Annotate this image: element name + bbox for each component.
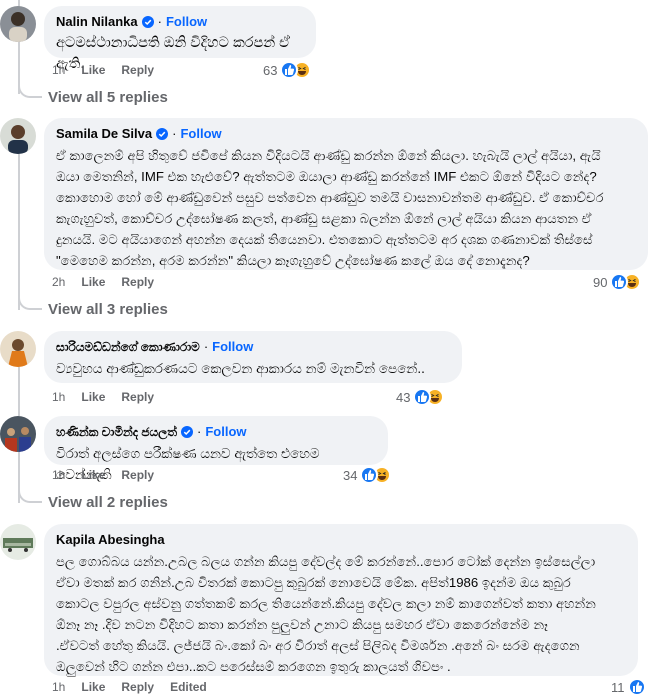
view-replies-link[interactable]: View all 5 replies <box>48 88 168 108</box>
author-name[interactable]: Kapila Abesingha <box>56 532 165 548</box>
reply-button[interactable]: Reply <box>121 468 154 482</box>
like-reaction-icon <box>627 678 646 696</box>
reply-button[interactable]: Reply <box>121 680 154 694</box>
text-line: කැගැහුවත්, කොච්චර උද්ඝෝෂණ කලත්, ආණ්ඩු සළ… <box>56 211 592 226</box>
verified-badge-icon <box>141 16 154 28</box>
comment-bubble: Samila De Silva · Follow ඒ කාලෙනම් අපි හ… <box>44 118 648 270</box>
author-name[interactable]: හණින්ක චාමින්ද ජයලත් <box>56 424 177 440</box>
follow-button[interactable]: Follow <box>180 126 221 142</box>
avatar[interactable] <box>0 416 36 452</box>
text-line: .ඒවටත් හේතු කියයි. ලජ්ජයි බං.කෝ බං අර වි… <box>56 638 580 653</box>
timestamp[interactable]: 2h <box>52 275 65 289</box>
like-button[interactable]: Like <box>81 275 105 289</box>
avatar[interactable] <box>0 118 36 154</box>
view-replies-link[interactable]: View all 3 replies <box>48 300 168 320</box>
reaction-count: 34 <box>343 467 358 483</box>
comment-text: පල ගොබ්බය යන්න.උබල බලය ගන්න කියපු දේවල්ද… <box>56 551 626 677</box>
timestamp[interactable]: 1h <box>52 63 65 77</box>
comment-bubble: සාරියමඩ්ඩන්ගේ කොණාරාම · Follow ව්‍යවුහය … <box>44 331 462 383</box>
comment-actions: 1h Like Reply <box>52 388 170 406</box>
timestamp[interactable]: 1h <box>52 468 65 482</box>
comment-bubble: Kapila Abesingha පල ගොබ්බය යන්න.උබල බලය … <box>44 524 638 676</box>
comment-actions: 1h Like Reply <box>52 466 170 484</box>
timestamp[interactable]: 1h <box>52 680 65 694</box>
reply-button[interactable]: Reply <box>121 63 154 77</box>
text-line: කොහොම හෝ මේ ආණ්ඩුවෙන් පසුව පත්වෙන ආණ්ඩුව… <box>56 190 604 205</box>
like-reaction-icon <box>610 273 629 291</box>
author-name[interactable]: සාරියමඩ්ඩන්ගේ කොණාරාම <box>56 339 200 355</box>
reaction-count: 90 <box>593 274 608 290</box>
edited-label[interactable]: Edited <box>170 680 207 694</box>
comment-text: ඒ කාලෙනම් අපි හිතුවේ ජවිපේ කියන විදියටයි… <box>56 145 636 271</box>
thread-connector <box>18 489 42 503</box>
comment-actions: 1h Like Reply <box>52 61 170 79</box>
like-button[interactable]: Like <box>81 468 105 482</box>
follow-button[interactable]: Follow <box>212 339 253 355</box>
text-line: කොටල වපුරල අස්වනු ගත්තකම් කරල තියෙන්නේ.ක… <box>56 596 596 611</box>
view-replies-link[interactable]: View all 2 replies <box>48 493 168 513</box>
reply-button[interactable]: Reply <box>121 390 154 404</box>
follow-button[interactable]: Follow <box>205 424 246 440</box>
text-line: දුනයයි. මට අයියාගෙන් අහන්න දෙයක් තියෙනවා… <box>56 232 593 247</box>
follow-button[interactable]: Follow <box>166 14 207 30</box>
avatar[interactable] <box>0 6 36 42</box>
like-button[interactable]: Like <box>81 390 105 404</box>
reaction-count: 11 <box>611 679 625 695</box>
verified-badge-icon <box>181 426 194 438</box>
text-line: ඒවා මතක් කර ගනින්.උබ විතරක් කොටපු කුබුරක… <box>56 575 571 590</box>
reaction-summary[interactable]: 63 <box>263 59 312 81</box>
author-name[interactable]: Samila De Silva <box>56 126 152 142</box>
reaction-summary[interactable]: 34 <box>343 464 392 486</box>
comment-text: ව්‍යවුහය ආණ්ඩුකරණයට කෙලවන ආකාරය නම් මැනව… <box>56 361 425 376</box>
avatar[interactable] <box>0 524 36 560</box>
thread-line <box>18 360 20 416</box>
thread-line <box>18 150 20 310</box>
reaction-summary[interactable]: 11 <box>611 676 646 696</box>
text-line: ඕනෑ නෑ .දිව නටන විදිහට කතා කරන්න පුලුවන්… <box>56 617 548 632</box>
like-button[interactable]: Like <box>81 63 105 77</box>
text-line: ඔලුවෙන් හිට ගන්න එපා..කට පරෙස්සම් කරගෙන … <box>56 659 451 674</box>
avatar[interactable] <box>0 331 36 367</box>
reaction-count: 63 <box>263 62 278 78</box>
comment-actions: 1h Like Reply Edited <box>52 678 223 696</box>
separator-dot: · <box>203 339 209 354</box>
text-line: පල ගොබ්බය යන්න.උබල බලය ගන්න කියපු දේවල්ද… <box>56 554 596 569</box>
separator-dot: · <box>157 14 162 29</box>
author-name[interactable]: Nalin Nilanka <box>56 14 138 30</box>
thread-connector <box>18 84 42 98</box>
comment-bubble: හණින්ක චාමින්ද ජයලත් · Follow විරාත් අලස… <box>44 416 388 482</box>
thread-connector <box>18 296 42 310</box>
like-button[interactable]: Like <box>81 680 105 694</box>
comment-actions: 2h Like Reply <box>52 273 170 291</box>
comment-bubble: Nalin Nilanka · Follow අටමස්ථානාධිපති ඔන… <box>44 6 316 72</box>
timestamp[interactable]: 1h <box>52 390 65 404</box>
text-line: ඔයා මෙතනින්, IMF එක හැළුවේ? ඇත්තටම ඔයාලා… <box>56 169 597 184</box>
separator-dot: · <box>197 424 202 439</box>
like-reaction-icon <box>280 61 299 79</box>
reply-button[interactable]: Reply <box>121 275 154 289</box>
text-line: "මෙහෙම කරන්න, අරම කරන්න" කියලා කෑගැහුවේ … <box>56 253 530 268</box>
reaction-summary[interactable]: 43 <box>396 386 445 408</box>
text-line: ඒ කාලෙනම් අපි හිතුවේ ජවිපේ කියන විදියටයි… <box>56 148 601 163</box>
reaction-count: 43 <box>396 389 411 405</box>
reaction-summary[interactable]: 90 <box>593 271 642 293</box>
like-reaction-icon <box>360 466 379 484</box>
like-reaction-icon <box>413 388 432 406</box>
verified-badge-icon <box>156 128 169 140</box>
separator-dot: · <box>172 126 177 141</box>
